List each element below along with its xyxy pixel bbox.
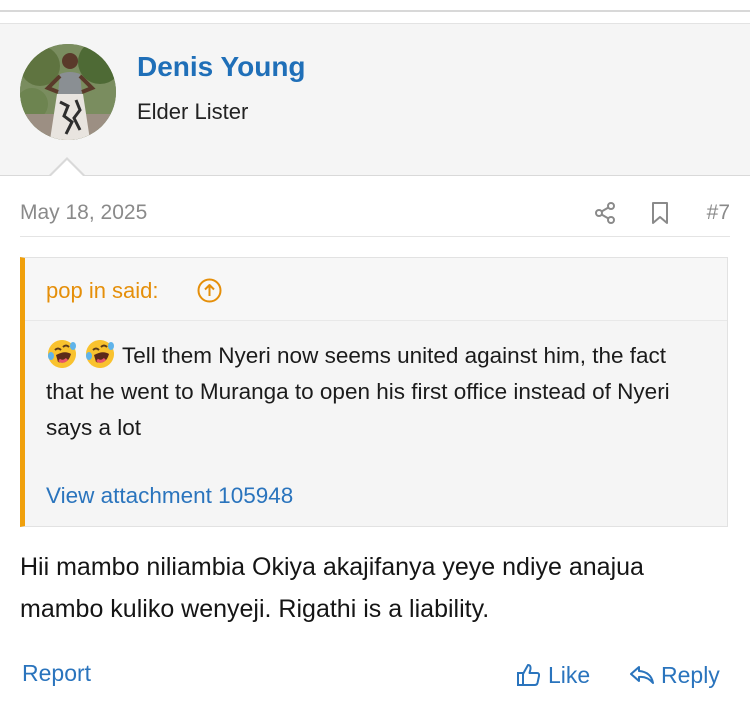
post-body: Hii mambo niliambia Okiya akajifanya yey… — [20, 553, 644, 623]
quote-author[interactable]: pop in said: — [46, 278, 159, 304]
username[interactable]: Denis Young — [137, 51, 306, 83]
quote-text: Tell them Nyeri now seems united against… — [46, 343, 670, 440]
thumbs-up-icon — [517, 664, 541, 686]
report-link[interactable]: Report — [22, 660, 91, 687]
avatar[interactable] — [20, 44, 116, 140]
attachment-link[interactable]: View attachment 105948 — [46, 483, 293, 509]
arrow-up-circle-icon[interactable] — [197, 278, 222, 303]
bookmark-icon[interactable] — [650, 201, 670, 225]
rolling-on-floor-laughing-icon — [86, 340, 114, 368]
reply-button[interactable]: Reply — [629, 658, 720, 692]
quote-block: pop in said: Tell them Nyeri now seems u… — [20, 257, 728, 527]
reply-icon — [630, 666, 654, 684]
reply-label: Reply — [661, 661, 720, 688]
post-meta: May 18, 2025 #7 — [20, 198, 730, 237]
user-title: Elder Lister — [137, 99, 249, 124]
message-user-block: Denis Young Elder Lister — [0, 23, 750, 176]
like-button[interactable]: Like — [516, 658, 590, 692]
user-block-pointer-fill — [50, 160, 84, 177]
post-date[interactable]: May 18, 2025 — [20, 201, 147, 225]
quote-content: Tell them Nyeri now seems united against… — [46, 338, 696, 446]
top-divider — [0, 0, 750, 12]
rolling-on-floor-laughing-icon — [48, 340, 76, 368]
share-icon[interactable] — [593, 201, 617, 225]
post-number[interactable]: #7 — [707, 201, 730, 225]
like-label: Like — [548, 661, 591, 688]
quote-header: pop in said: — [25, 258, 727, 321]
post-actions: Report Like Reply — [20, 658, 730, 694]
